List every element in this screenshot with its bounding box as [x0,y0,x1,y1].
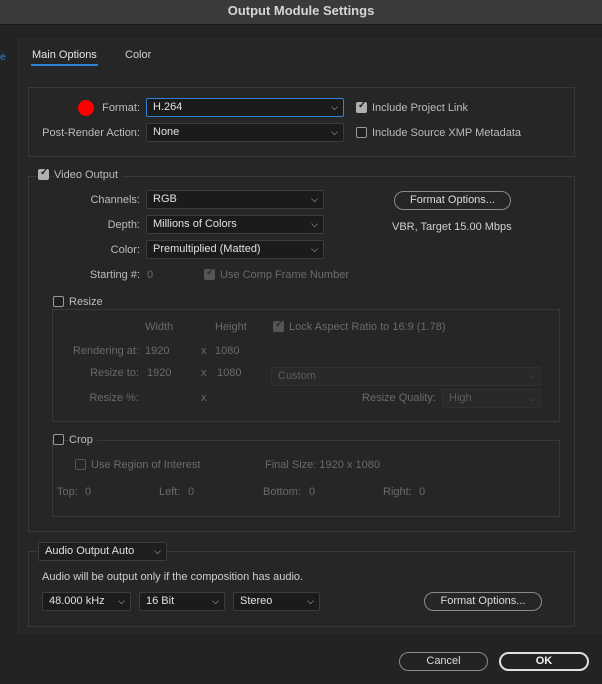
crop-left-value: 0 [188,486,195,498]
height-header: Height [215,321,247,333]
tab-color[interactable]: Color [125,49,151,61]
audio-info: Audio will be output only if the composi… [42,571,304,583]
use-roi-label: Use Region of Interest [91,459,201,471]
rendering-height: 1080 [215,345,240,357]
crop-bottom-value: 0 [309,486,316,498]
resize-preset-dropdown[interactable]: Custom ⌵ [271,367,541,386]
resize-quality-dropdown[interactable]: High ⌵ [442,389,541,408]
chevron-down-icon: ⌵ [331,127,338,137]
rendering-width: 1920 [145,345,170,357]
depth-dropdown[interactable]: Millions of Colors ⌵ [146,215,324,234]
starting-value: 0 [147,269,154,281]
tab-underline [31,64,98,66]
starting-label: Starting #: [89,269,140,281]
bit-depth-dropdown[interactable]: 16 Bit ⌵ [139,592,225,611]
depth-label: Depth: [107,219,140,231]
format-dropdown[interactable]: H.264 ⌵ [146,98,344,117]
chevron-down-icon: ⌵ [528,371,535,381]
crop-label: Crop [69,434,97,446]
channels-value: RGB [153,193,177,205]
chevron-down-icon: ⌵ [331,102,338,112]
tab-main-options[interactable]: Main Options [32,49,97,61]
color-dropdown[interactable]: Premultiplied (Matted) ⌵ [146,240,324,259]
format-label: Format: [102,102,140,114]
crop-checkbox[interactable] [53,434,64,445]
chevron-down-icon: ⌵ [154,546,161,556]
channels-dropdown[interactable]: RGB ⌵ [146,190,324,209]
rendering-x: x [201,345,207,357]
resize-label: Resize [69,296,107,308]
channels-label: Channels: [90,194,140,206]
crop-top-label: Top: [57,486,78,498]
include-xmp-label: Include Source XMP Metadata [372,127,521,139]
edge-marker: e [0,52,6,63]
resize-width: 1920 [147,367,172,379]
cancel-button[interactable]: Cancel [399,652,488,671]
audio-output-value: Audio Output Auto [45,545,135,557]
rendering-at-label: Rendering at: [72,345,139,357]
width-header: Width [145,321,174,333]
crop-top-value: 0 [85,486,92,498]
crop-left-label: Left: [159,486,181,498]
ok-button[interactable]: OK [499,652,589,671]
use-comp-frame-label: Use Comp Frame Number [220,269,349,281]
chevron-down-icon: ⌵ [118,596,125,606]
bit-depth-value: 16 Bit [146,595,175,607]
include-project-link-label: Include Project Link [372,102,468,114]
crop-bottom-label: Bottom: [263,486,301,498]
video-output-checkbox[interactable] [38,167,49,180]
resize-to-label: Resize to: [90,367,139,379]
audio-format-options-button[interactable]: Format Options... [424,592,542,611]
audio-output-dropdown[interactable]: Audio Output Auto ⌵ [38,542,167,561]
post-render-label: Post-Render Action: [42,127,140,139]
include-project-link-checkbox[interactable] [356,100,367,113]
resize-checkbox[interactable] [53,296,64,307]
chevron-down-icon: ⌵ [311,244,318,254]
audio-panel [28,551,575,627]
chevron-down-icon: ⌵ [212,596,219,606]
crop-panel [52,440,560,517]
resize-percent-label: Resize %: [89,392,139,404]
resize-quality-label: Resize Quality: [362,392,436,404]
audio-channels-value: Stereo [240,595,273,607]
resize-quality-value: High [449,392,472,404]
video-format-options-button[interactable]: Format Options... [394,191,511,210]
bitrate-info: VBR, Target 15.00 Mbps [392,221,512,233]
use-roi-checkbox[interactable] [75,459,86,470]
resize-x: x [201,367,207,379]
chevron-down-icon: ⌵ [307,596,314,606]
video-output-label: Video Output [54,169,123,181]
resize-height: 1080 [217,367,242,379]
lock-aspect-checkbox[interactable] [273,319,284,332]
post-render-dropdown[interactable]: None ⌵ [146,123,344,142]
include-xmp-checkbox[interactable] [356,127,367,138]
crop-right-label: Right: [383,486,412,498]
lock-aspect-label: Lock Aspect Ratio to 16:9 (1.78) [289,321,446,333]
sample-rate-value: 48.000 kHz [49,595,105,607]
color-label: Color: [110,244,140,256]
sample-rate-dropdown[interactable]: 48.000 kHz ⌵ [42,592,131,611]
final-size-label: Final Size: 1920 x 1080 [265,459,380,471]
percent-x: x [201,392,207,404]
crop-right-value: 0 [419,486,426,498]
chevron-down-icon: ⌵ [528,393,535,403]
format-value: H.264 [153,101,183,113]
chevron-down-icon: ⌵ [311,219,318,229]
post-render-value: None [153,126,180,138]
depth-value: Millions of Colors [153,218,237,230]
audio-channels-dropdown[interactable]: Stereo ⌵ [233,592,320,611]
use-comp-frame-checkbox[interactable] [204,267,215,280]
window-title: Output Module Settings [0,0,602,25]
color-value: Premultiplied (Matted) [153,243,261,255]
chevron-down-icon: ⌵ [311,194,318,204]
resize-preset-value: Custom [278,370,316,382]
